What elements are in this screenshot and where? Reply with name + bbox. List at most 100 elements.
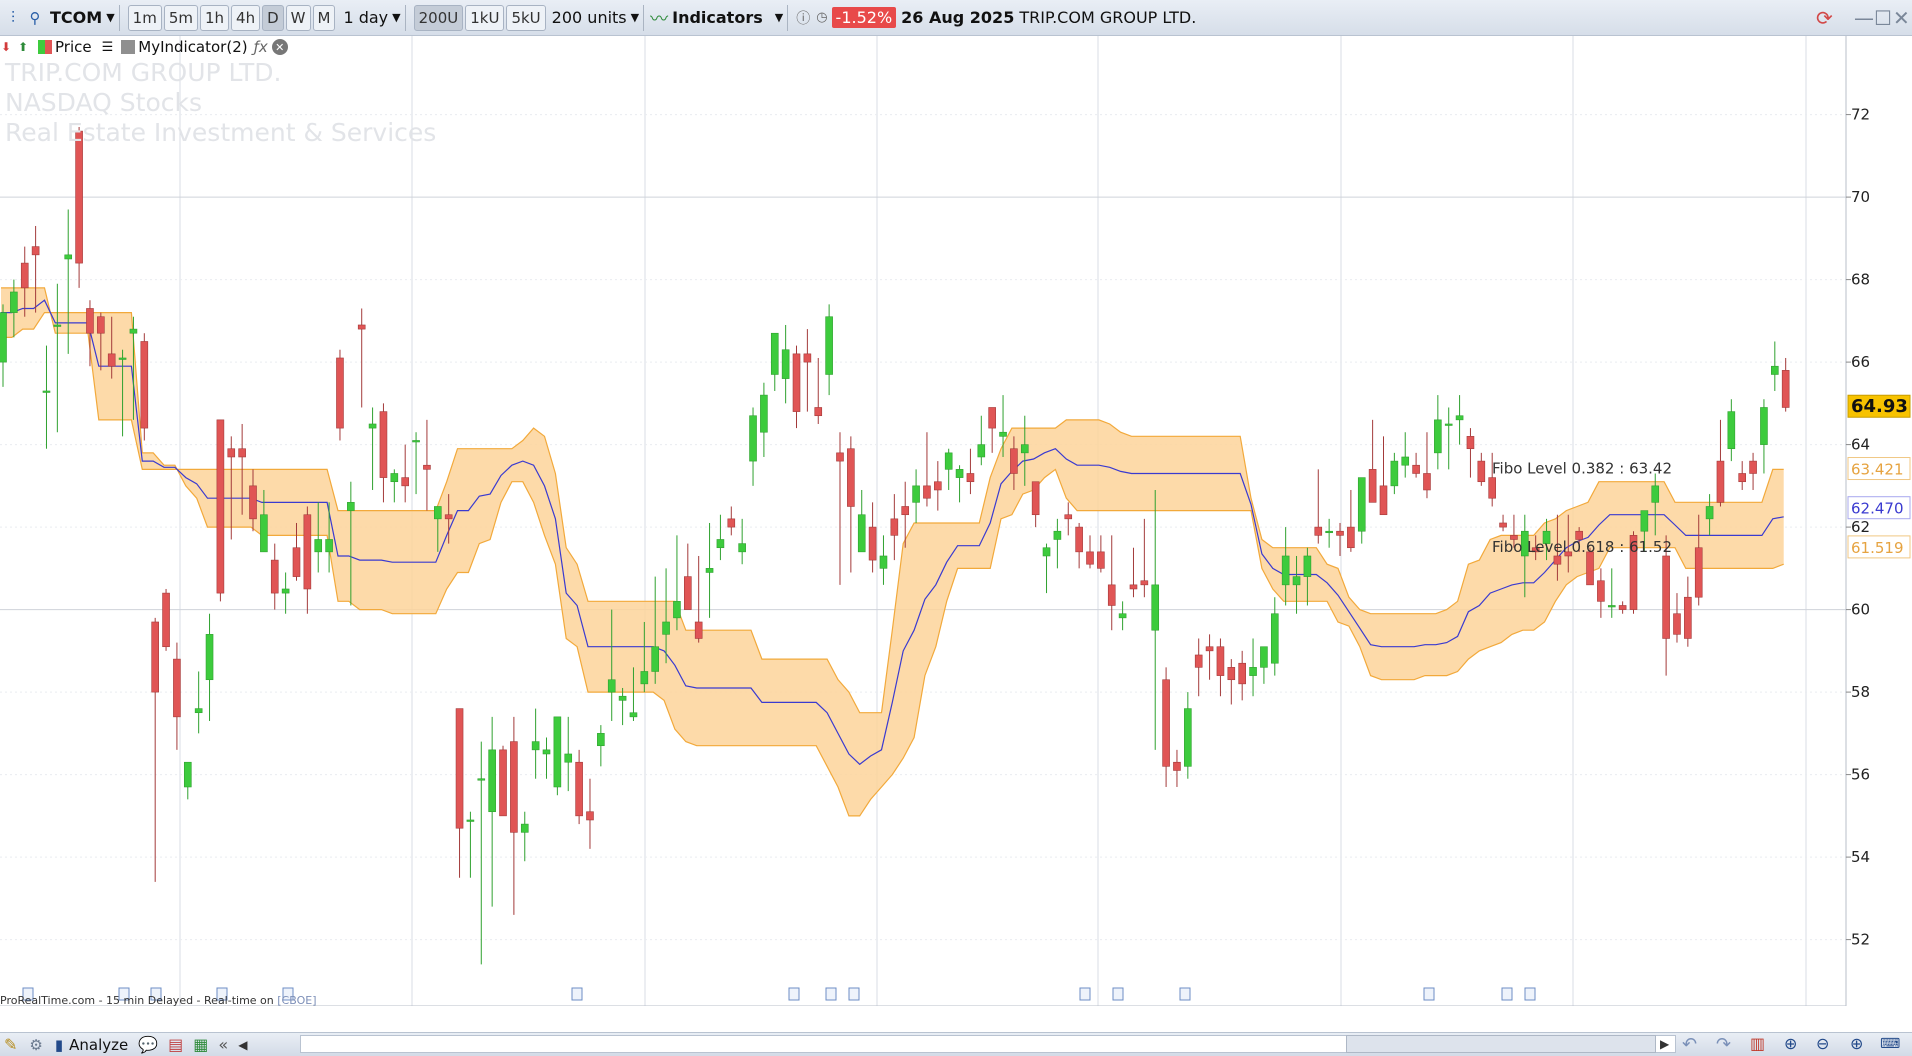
candle — [1684, 576, 1692, 647]
zoom-fit-icon[interactable]: ⊕ — [1784, 1034, 1797, 1053]
remove-indicator-icon[interactable]: ✕ — [271, 39, 288, 55]
units-1ku-button[interactable]: 1kU — [465, 4, 505, 31]
symbol-selector[interactable]: TCOM ▼ — [50, 8, 115, 27]
redo-icon[interactable]: ↷ — [1716, 1034, 1731, 1055]
indicators-button[interactable]: 〰 Indicators — [650, 5, 763, 31]
candle-body — [325, 539, 333, 553]
candle-body — [64, 254, 73, 260]
legend-indicator-label[interactable]: MyIndicator(2) — [138, 38, 247, 56]
candle-body — [173, 658, 181, 718]
candle-body — [1499, 522, 1507, 528]
price-tick-label: 58 — [1851, 683, 1870, 701]
candle — [303, 506, 312, 614]
candle-body — [1151, 584, 1160, 631]
candle-body — [1716, 460, 1725, 503]
chart-type-icon[interactable]: ⫶ — [4, 8, 22, 28]
candle — [1738, 461, 1746, 490]
candle-body — [292, 547, 301, 577]
candle-body — [1466, 436, 1475, 450]
share-icon[interactable]: ⚙ — [29, 1036, 42, 1054]
candle-body — [955, 469, 964, 478]
candle — [1118, 601, 1127, 631]
candle-body — [684, 576, 692, 610]
undo-icon[interactable]: ↶ — [1682, 1034, 1697, 1055]
move-down-icon[interactable]: ⬇ — [0, 40, 12, 54]
price-chart[interactable]: Fibo Level 0.382 : 63.42 Fibo Level 0.618… — [0, 36, 1912, 1006]
timeframe-m[interactable]: M — [312, 4, 336, 31]
units-selector[interactable]: 200 units ▼ — [552, 8, 639, 27]
formula-icon[interactable]: ƒx — [254, 38, 268, 56]
candle — [803, 329, 812, 412]
candle-body — [999, 431, 1007, 437]
scroll-right-icon[interactable]: ▶ — [1660, 1037, 1669, 1051]
candle-body — [1673, 613, 1681, 635]
candle — [53, 283, 62, 433]
candle — [1455, 395, 1464, 445]
list-icon[interactable]: ☰ — [102, 40, 114, 55]
legend-price-label[interactable]: Price — [55, 38, 92, 56]
candle-body — [1618, 605, 1627, 610]
analyze-button[interactable]: Analyze — [69, 1036, 128, 1054]
move-up-icon[interactable]: ⬆ — [16, 40, 30, 54]
candle-body — [1281, 555, 1290, 586]
data-source-link[interactable]: [CBOE] — [277, 994, 316, 1007]
info-icon[interactable]: ⓘ — [796, 8, 810, 28]
candle-body — [1401, 456, 1410, 466]
analyze-icon[interactable]: ▮ — [55, 1036, 63, 1054]
candle — [336, 349, 344, 441]
maximize-icon[interactable]: ☐ — [1874, 6, 1892, 30]
candle-body — [1640, 510, 1649, 532]
price-tick-label: 62 — [1851, 518, 1870, 536]
candle-body — [488, 749, 496, 813]
chart-tools-icon[interactable]: ▥ — [1750, 1034, 1765, 1053]
candle — [1607, 568, 1616, 618]
candle — [944, 448, 953, 490]
candle-body — [749, 415, 757, 462]
candle — [1227, 659, 1236, 705]
candle — [847, 436, 855, 573]
minimize-icon[interactable]: — — [1854, 6, 1874, 30]
chat-icon[interactable]: 💬 — [138, 1035, 158, 1054]
interval-selector[interactable]: 1 day ▼ — [343, 8, 400, 27]
candle-body — [270, 559, 279, 594]
timeframe-4h[interactable]: 4h — [231, 4, 261, 31]
scrollbar-thumb[interactable] — [1346, 1035, 1656, 1053]
close-icon[interactable]: ✕ — [1893, 6, 1910, 30]
candle — [1194, 638, 1203, 697]
timeframe-w[interactable]: W — [285, 4, 311, 31]
timeframe-d[interactable]: D — [262, 4, 284, 31]
scroll-left-icon[interactable]: ◀ — [238, 1038, 247, 1052]
pencil-icon[interactable]: ✎ — [4, 1035, 17, 1054]
units-200u-button[interactable]: 200U — [413, 4, 464, 31]
candle — [510, 716, 518, 915]
candle-body — [1140, 580, 1149, 586]
zoom-out-icon[interactable]: ⊖ — [1816, 1034, 1829, 1053]
candle-body — [520, 823, 529, 833]
timeframe-1m[interactable]: 1m — [127, 4, 162, 31]
units-5ku-button[interactable]: 5kU — [506, 4, 546, 31]
company-name: TRIP.COM GROUP LTD. — [1019, 8, 1197, 27]
candle — [749, 407, 757, 486]
indicators-menu-chevron-icon[interactable]: ▼ — [775, 11, 783, 24]
candle-body — [1042, 547, 1051, 557]
orderbook-icon[interactable]: ▦ — [193, 1035, 208, 1054]
timeframe-1h[interactable]: 1h — [199, 4, 230, 31]
notes-icon[interactable]: ▤ — [168, 1035, 183, 1054]
candle-body — [151, 621, 159, 693]
top-toolbar: ⫶ ⚲ TCOM ▼ 1m 5m 1h 4h D W M 1 day ▼ 200… — [0, 0, 1912, 36]
candle — [412, 432, 420, 495]
candle-body — [336, 357, 344, 429]
refresh-icon[interactable]: ⟳ — [1816, 6, 1833, 30]
pin-icon[interactable]: ⚲ — [26, 9, 44, 27]
candle-body — [694, 621, 703, 639]
candle — [586, 778, 594, 849]
collapse-left-icon[interactable]: « — [218, 1035, 228, 1054]
candle — [542, 737, 551, 779]
timeframe-5m[interactable]: 5m — [163, 4, 198, 31]
zoom-in-icon[interactable]: ⊕ — [1850, 1034, 1863, 1053]
price-tick-label: 54 — [1851, 848, 1870, 866]
keyboard-icon[interactable]: ⌨ — [1880, 1036, 1900, 1052]
candle — [1477, 452, 1486, 486]
candle — [716, 514, 725, 561]
candle-body — [966, 473, 975, 483]
